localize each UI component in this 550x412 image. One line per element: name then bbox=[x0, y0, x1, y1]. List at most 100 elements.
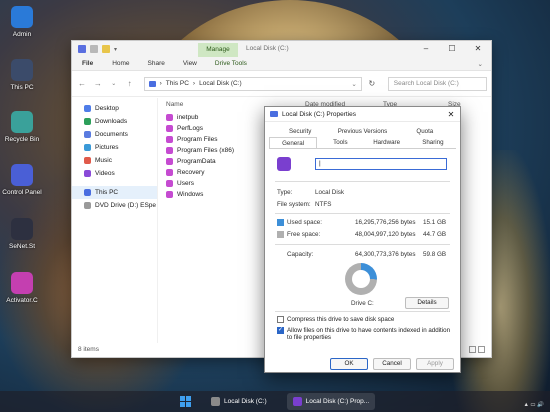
desktop-icon-label: SeNet.St bbox=[8, 243, 35, 250]
index-checkbox[interactable] bbox=[277, 326, 284, 334]
search-input[interactable]: Search Local Disk (C:) bbox=[387, 76, 488, 91]
sidebar-item-documents[interactable]: Documents bbox=[72, 128, 157, 141]
desktop-icon-activator[interactable]: Activator.C bbox=[0, 272, 44, 304]
download-icon bbox=[84, 118, 91, 125]
details-button[interactable]: Details bbox=[405, 297, 449, 309]
control-panel-icon bbox=[11, 164, 33, 186]
forward-arrow-icon[interactable]: → bbox=[92, 79, 104, 88]
tab-general[interactable]: General bbox=[269, 137, 318, 148]
sidebar-item-this-pc[interactable]: This PC bbox=[72, 186, 157, 199]
list-item[interactable]: Program Files bbox=[160, 134, 234, 145]
cancel-button[interactable]: Cancel bbox=[373, 358, 411, 370]
desktop-icon-label: Admin bbox=[12, 31, 32, 38]
video-icon bbox=[84, 170, 91, 177]
properties-icon[interactable] bbox=[90, 45, 98, 53]
sidebar-item-music[interactable]: Music bbox=[72, 154, 157, 167]
drive-icon bbox=[78, 45, 86, 53]
tab-view[interactable]: View bbox=[174, 60, 206, 67]
desktop-icon-this-pc[interactable]: This PC bbox=[0, 59, 44, 91]
taskbar-app-label: Local Disk (C:) Prop... bbox=[305, 398, 370, 405]
list-item[interactable]: Windows bbox=[160, 189, 234, 200]
drive-label: Drive C: bbox=[351, 300, 374, 307]
new-folder-icon[interactable] bbox=[102, 45, 110, 53]
desktop-icon-admin[interactable]: Admin bbox=[0, 6, 44, 38]
details-view-icon[interactable] bbox=[469, 346, 476, 353]
close-button[interactable]: ✕ bbox=[465, 41, 491, 57]
file-name: ProgramData bbox=[177, 158, 216, 165]
file-list: inetpub PerfLogs Program Files Program F… bbox=[160, 112, 234, 200]
tab-previous-versions[interactable]: Previous Versions bbox=[331, 126, 393, 137]
start-button[interactable] bbox=[180, 396, 191, 407]
expand-ribbon-icon[interactable]: ⌄ bbox=[469, 60, 491, 68]
address-bar[interactable]: › This PC › Local Disk (C:) ⌄ bbox=[143, 76, 362, 91]
desktop-icon-senet[interactable]: SeNet.St bbox=[0, 218, 44, 250]
free-space-label: Free space: bbox=[287, 231, 321, 238]
type-label: Type: bbox=[277, 189, 293, 196]
desktop-icon-control-panel[interactable]: Control Panel bbox=[0, 164, 44, 196]
sidebar-item-dvd-drive[interactable]: DVD Drive (D:) ESpe bbox=[72, 199, 157, 212]
file-system-label: File system: bbox=[277, 201, 311, 208]
taskbar-app-properties[interactable]: Local Disk (C:) Prop... bbox=[286, 393, 376, 410]
used-space-swatch bbox=[277, 219, 284, 226]
capacity-bytes: 64,300,773,376 bytes bbox=[355, 251, 416, 258]
volume-label-input[interactable]: | bbox=[315, 158, 447, 170]
breadcrumb-this-pc[interactable]: This PC bbox=[166, 80, 189, 87]
sidebar-item-label: Pictures bbox=[95, 144, 119, 151]
column-name[interactable]: Name bbox=[166, 101, 183, 108]
close-icon[interactable]: ✕ bbox=[442, 110, 460, 119]
up-arrow-icon[interactable]: ↑ bbox=[124, 79, 136, 88]
apply-button[interactable]: Apply bbox=[416, 358, 454, 370]
maximize-button[interactable]: ☐ bbox=[439, 41, 465, 57]
tab-file[interactable]: File bbox=[72, 60, 103, 67]
list-item[interactable]: Program Files (x86) bbox=[160, 145, 234, 156]
desktop-icon-label: Activator.C bbox=[6, 297, 38, 304]
properties-dialog: Local Disk (C:) Properties ✕ Security Pr… bbox=[264, 106, 461, 373]
recent-chevron-icon[interactable]: ⌄ bbox=[108, 80, 120, 87]
taskbar-app-explorer[interactable]: Local Disk (C:) bbox=[205, 393, 273, 410]
tab-share[interactable]: Share bbox=[139, 60, 174, 67]
compress-checkbox[interactable] bbox=[277, 316, 284, 323]
tab-security[interactable]: Security bbox=[269, 126, 331, 137]
sidebar-item-label: Downloads bbox=[95, 118, 128, 125]
sidebar-item-desktop[interactable]: Desktop bbox=[72, 102, 157, 115]
file-system-value: NTFS bbox=[315, 201, 332, 208]
file-name: PerfLogs bbox=[177, 125, 204, 132]
tab-drive-tools[interactable]: Drive Tools bbox=[206, 60, 256, 67]
compress-label: Compress this drive to save disk space bbox=[287, 316, 395, 323]
breadcrumb-separator: › bbox=[192, 80, 196, 87]
list-item[interactable]: Recovery bbox=[160, 167, 234, 178]
sidebar-item-downloads[interactable]: Downloads bbox=[72, 115, 157, 128]
list-item[interactable]: inetpub bbox=[160, 112, 234, 123]
refresh-icon[interactable]: ↻ bbox=[366, 79, 378, 88]
sidebar-item-label: Videos bbox=[95, 170, 115, 177]
tab-hardware[interactable]: Hardware bbox=[364, 137, 410, 148]
breadcrumb-current[interactable]: Local Disk (C:) bbox=[199, 80, 242, 87]
tab-manage[interactable]: Manage bbox=[198, 43, 238, 57]
capacity-gb: 59.8 GB bbox=[423, 251, 447, 258]
sidebar-item-videos[interactable]: Videos bbox=[72, 167, 157, 180]
tab-home[interactable]: Home bbox=[103, 60, 138, 67]
file-name: inetpub bbox=[177, 114, 199, 121]
list-item[interactable]: ProgramData bbox=[160, 156, 234, 167]
list-item[interactable]: Users bbox=[160, 178, 234, 189]
address-dropdown-icon[interactable]: ⌄ bbox=[351, 80, 360, 88]
sidebar-item-pictures[interactable]: Pictures bbox=[72, 141, 157, 154]
properties-icon bbox=[292, 397, 302, 406]
sidebar-item-label: Desktop bbox=[95, 105, 119, 112]
system-tray[interactable]: ▲ ▭ 🔊 bbox=[523, 402, 544, 409]
this-pc-icon bbox=[148, 80, 156, 87]
tab-tools[interactable]: Tools bbox=[317, 137, 363, 148]
tabs-row-bottom: General Tools Hardware Sharing bbox=[269, 137, 456, 149]
tab-sharing[interactable]: Sharing bbox=[410, 137, 456, 148]
desktop-icon-recycle-bin[interactable]: Recycle Bin bbox=[0, 111, 44, 143]
minimize-button[interactable]: – bbox=[413, 41, 439, 57]
tiles-view-icon[interactable] bbox=[478, 346, 485, 353]
tab-quota[interactable]: Quota bbox=[394, 126, 456, 137]
chevron-down-icon[interactable]: ▾ bbox=[114, 46, 117, 53]
list-item[interactable]: PerfLogs bbox=[160, 123, 234, 134]
back-arrow-icon[interactable]: ← bbox=[76, 79, 88, 88]
computer-icon bbox=[84, 189, 91, 196]
music-icon bbox=[84, 157, 91, 164]
free-space-swatch bbox=[277, 231, 284, 238]
ok-button[interactable]: OK bbox=[330, 358, 368, 370]
